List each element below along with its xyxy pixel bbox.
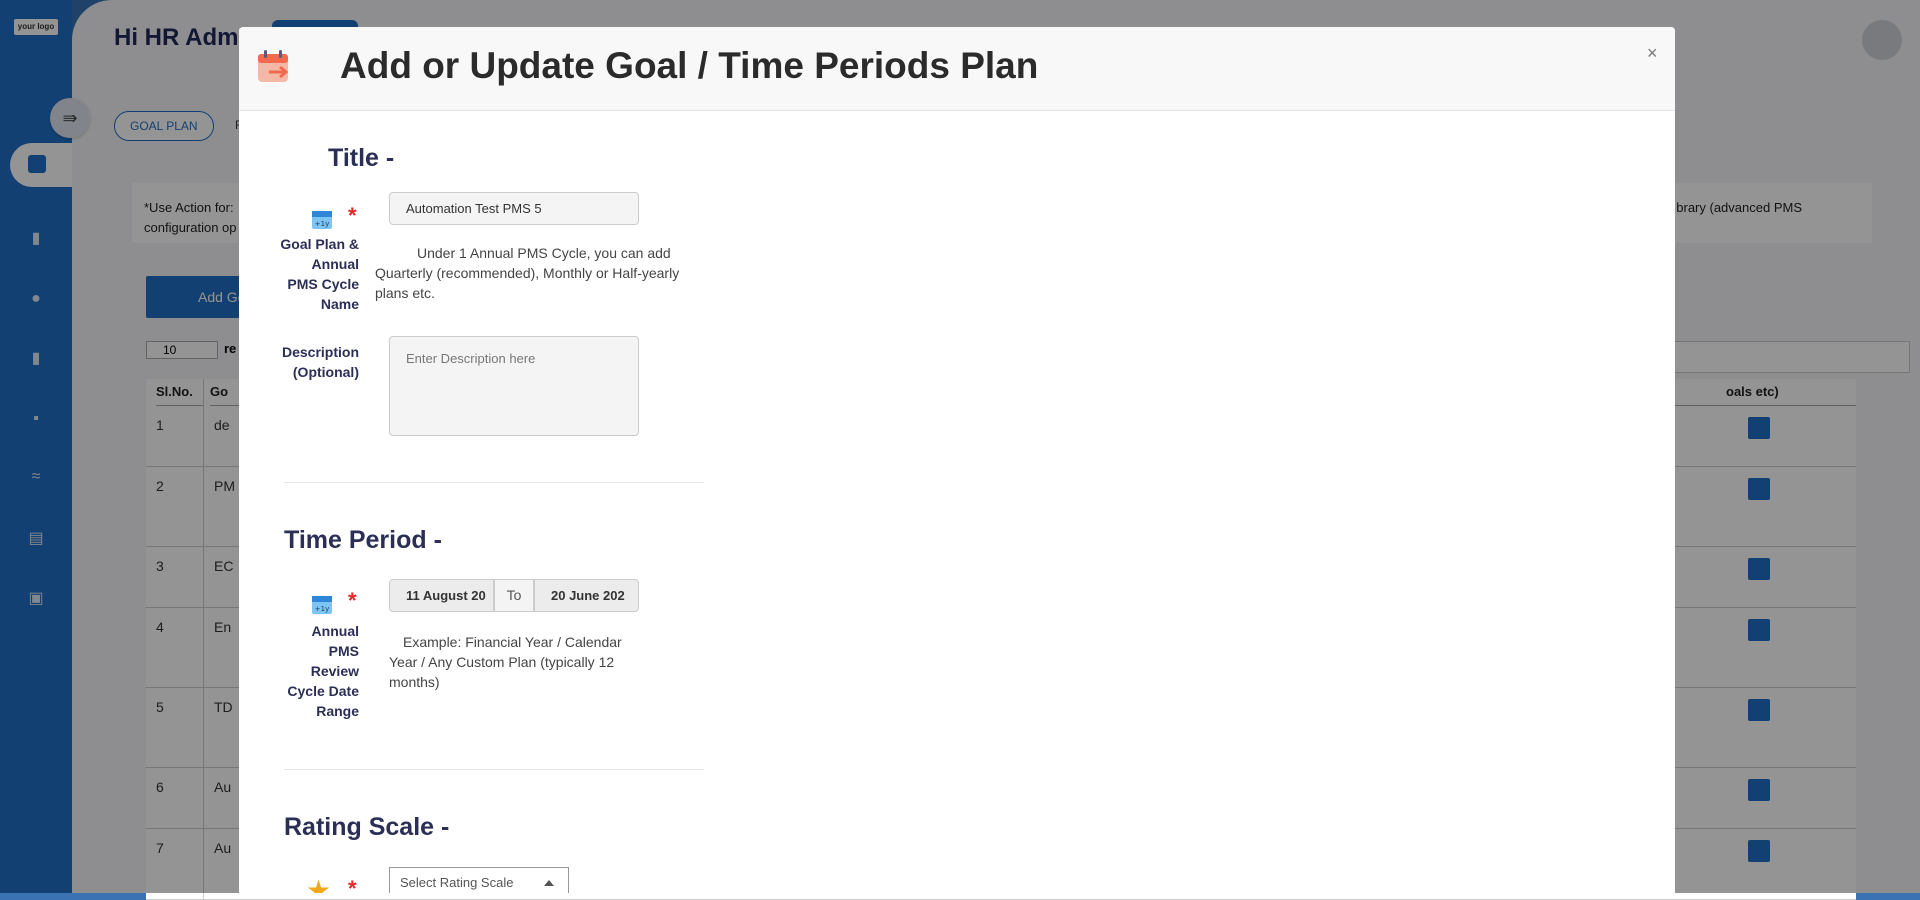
- label-line: PMS Cycle: [287, 276, 359, 292]
- section-divider: [284, 482, 704, 483]
- help-line: Under 1 Annual PMS Cycle, you can add: [417, 245, 671, 261]
- calendar-plus-year-icon: +1y: [312, 596, 332, 614]
- end-date-input[interactable]: 20 June 202: [534, 579, 639, 612]
- modal-title: Add or Update Goal / Time Periods Plan: [340, 45, 1039, 86]
- calendar-arrow-icon: [258, 50, 289, 82]
- help-line: Year / Any Custom Plan (typically 12: [389, 654, 615, 670]
- modal-header: Add or Update Goal / Time Periods Plan ×: [239, 27, 1675, 111]
- label-line: Range: [316, 703, 359, 719]
- label-line: Cycle Date: [287, 683, 359, 699]
- required-asterisk: *: [348, 876, 357, 893]
- rating-scale-placeholder: Select Rating Scale: [400, 875, 514, 890]
- section-heading-time-period: Time Period -: [284, 526, 442, 554]
- caret-up-icon: [544, 880, 554, 886]
- close-icon[interactable]: ×: [1647, 43, 1658, 64]
- to-label: To: [494, 579, 534, 612]
- star-icon: ★: [306, 875, 332, 894]
- review-cycle-label: Annual PMS Review Cycle Date Range: [269, 621, 359, 721]
- help-line: months): [389, 674, 440, 690]
- label-line: (Optional): [292, 364, 359, 380]
- help-line: Quarterly (recommended), Monthly or Half…: [375, 265, 680, 281]
- help-line: plans etc.: [375, 285, 435, 301]
- date-range-help: Example: Financial Year / Calendar Year …: [389, 632, 649, 692]
- label-line: Annual: [311, 623, 359, 639]
- required-asterisk: *: [348, 588, 357, 613]
- section-divider: [284, 769, 704, 770]
- label-line: Goal Plan &: [280, 236, 359, 252]
- label-line: Name: [320, 296, 359, 312]
- label-line: Review: [310, 663, 359, 679]
- svg-text:+1y: +1y: [315, 220, 329, 228]
- label-line: Annual: [311, 256, 359, 272]
- plan-name-input[interactable]: Automation Test PMS 5: [389, 192, 639, 225]
- label-line: Description: [281, 344, 359, 360]
- plan-name-help: Under 1 Annual PMS Cycle, you can add Qu…: [375, 243, 695, 303]
- calendar-plus-year-icon: +1y: [312, 211, 332, 229]
- description-label: Description (Optional): [269, 342, 359, 382]
- start-date-input[interactable]: 11 August 20: [389, 579, 494, 612]
- section-heading-title: Title -: [328, 144, 395, 172]
- label-line: PMS: [328, 643, 359, 659]
- description-textarea[interactable]: Enter Description here: [389, 336, 639, 436]
- section-heading-rating-scale: Rating Scale -: [284, 813, 450, 841]
- help-line: Example: Financial Year / Calendar: [403, 634, 622, 650]
- required-asterisk: *: [348, 203, 357, 228]
- plan-name-label: Goal Plan & Annual PMS Cycle Name: [269, 234, 359, 314]
- svg-text:+1y: +1y: [315, 605, 329, 613]
- rating-scale-select[interactable]: Select Rating Scale: [389, 867, 569, 893]
- goal-plan-modal: Add or Update Goal / Time Periods Plan ×…: [239, 27, 1675, 893]
